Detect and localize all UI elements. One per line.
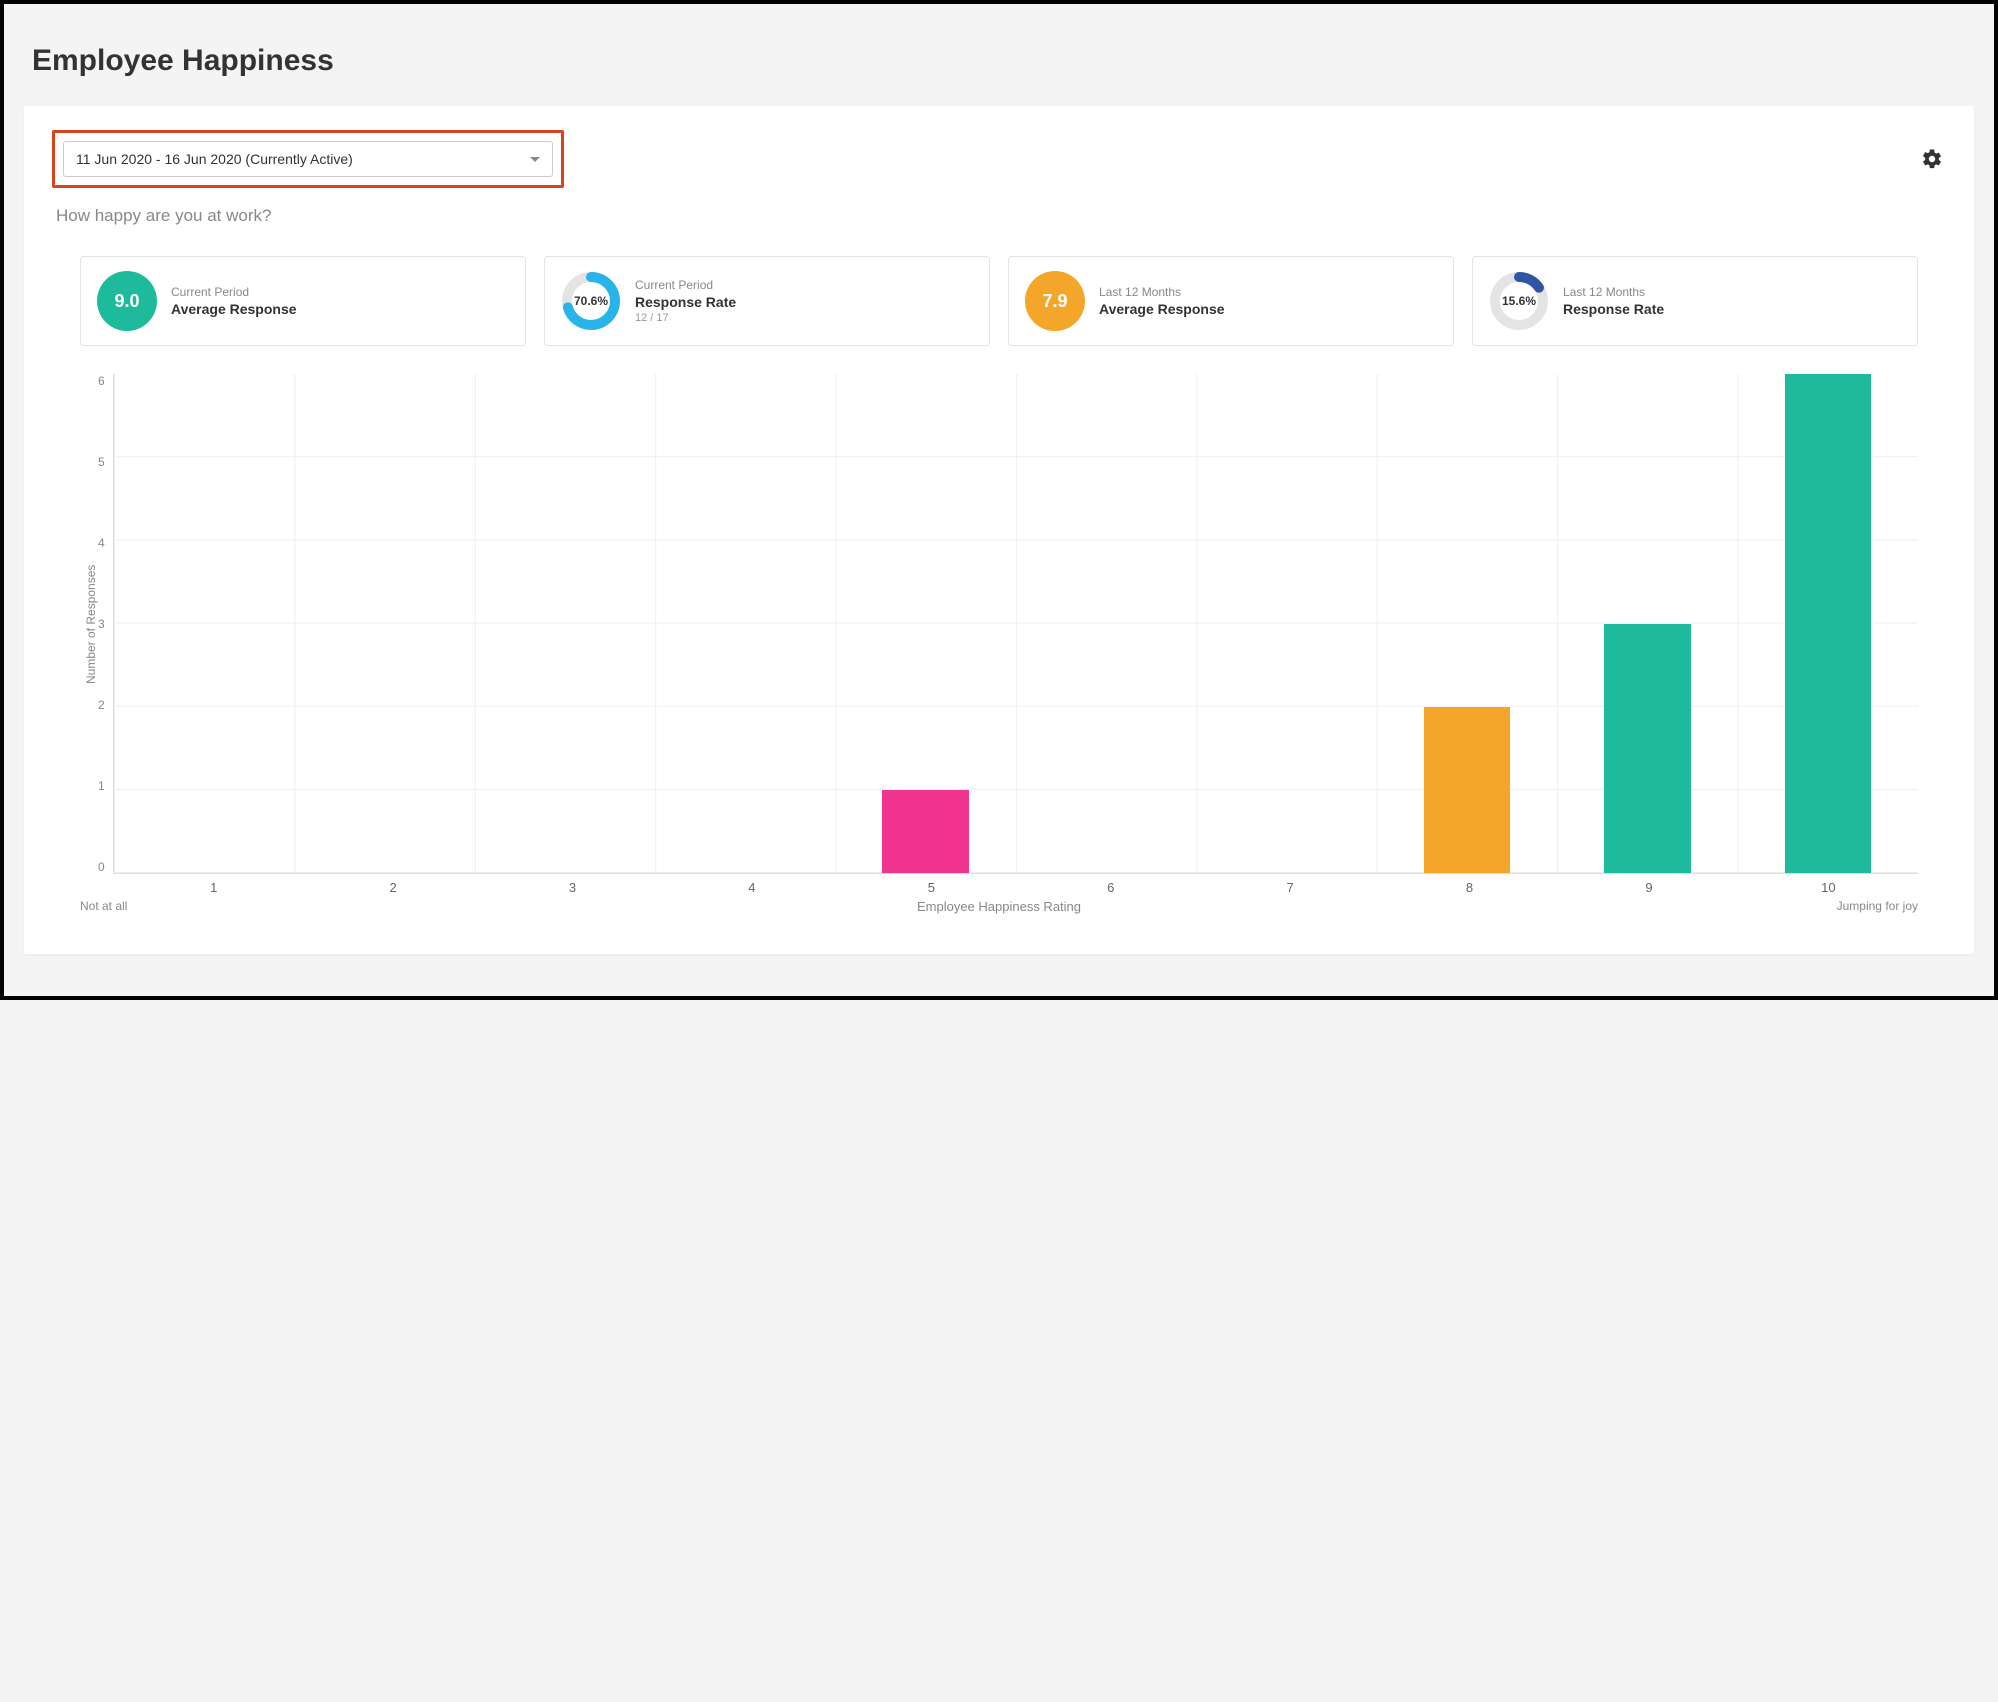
bar-slot <box>655 374 835 873</box>
y-tick: 4 <box>98 536 105 550</box>
donut-label: 15.6% <box>1489 271 1549 331</box>
metric-ltm-response-rate: 15.6% Last 12 Months Response Rate <box>1472 256 1918 346</box>
settings-button[interactable] <box>1918 145 1946 173</box>
bar-slot <box>1377 374 1557 873</box>
y-axis-label: Number of Responses <box>80 374 98 874</box>
bar <box>1424 707 1511 873</box>
bar <box>1604 624 1691 874</box>
metric-subtitle: Current Period <box>171 285 297 299</box>
x-tick: 3 <box>483 880 662 895</box>
donut-chart: 15.6% <box>1489 271 1549 331</box>
period-dropdown-value: 11 Jun 2020 - 16 Jun 2020 (Currently Act… <box>76 151 353 167</box>
metric-extra: 12 / 17 <box>635 312 736 324</box>
metric-badge: 9.0 <box>97 271 157 331</box>
metric-title: Average Response <box>1099 301 1225 317</box>
x-axis-right-caption: Jumping for joy <box>1778 899 1918 914</box>
happiness-panel: 11 Jun 2020 - 16 Jun 2020 (Currently Act… <box>24 106 1974 954</box>
metric-subtitle: Last 12 Months <box>1563 285 1664 299</box>
bar-slot <box>294 374 474 873</box>
x-tick: 8 <box>1380 880 1559 895</box>
bar <box>882 790 969 873</box>
metric-ltm-average: 7.9 Last 12 Months Average Response <box>1008 256 1454 346</box>
plot-area <box>113 374 1918 874</box>
bar-slot <box>1016 374 1196 873</box>
metric-title: Response Rate <box>635 294 736 310</box>
bar <box>1785 374 1872 873</box>
x-tick: 6 <box>1021 880 1200 895</box>
metric-title: Response Rate <box>1563 301 1664 317</box>
x-tick: 7 <box>1200 880 1379 895</box>
x-tick: 9 <box>1559 880 1738 895</box>
y-tick: 2 <box>98 698 105 712</box>
donut-chart: 70.6% <box>561 271 621 331</box>
metric-badge: 7.9 <box>1025 271 1085 331</box>
metric-current-average: 9.0 Current Period Average Response <box>80 256 526 346</box>
bar-slot <box>1738 374 1918 873</box>
bar-slot <box>114 374 294 873</box>
y-tick: 3 <box>98 617 105 631</box>
y-tick: 1 <box>98 779 105 793</box>
x-axis-label: Employee Happiness Rating <box>220 899 1778 914</box>
y-tick: 0 <box>98 860 105 874</box>
x-tick: 1 <box>124 880 303 895</box>
metric-subtitle: Current Period <box>635 278 736 292</box>
metric-subtitle: Last 12 Months <box>1099 285 1225 299</box>
period-dropdown[interactable]: 11 Jun 2020 - 16 Jun 2020 (Currently Act… <box>63 141 553 177</box>
chevron-down-icon <box>530 157 540 162</box>
page-title: Employee Happiness <box>32 44 1974 78</box>
bar-slot <box>1557 374 1737 873</box>
y-tick: 6 <box>98 374 105 388</box>
y-tick: 5 <box>98 455 105 469</box>
period-dropdown-highlight: 11 Jun 2020 - 16 Jun 2020 (Currently Act… <box>52 130 564 188</box>
bar-chart: Number of Responses 6 5 4 3 2 1 0 <box>80 374 1918 874</box>
metric-title: Average Response <box>171 301 297 317</box>
x-tick: 2 <box>303 880 482 895</box>
bar-slot <box>475 374 655 873</box>
x-axis-left-caption: Not at all <box>80 899 220 914</box>
bar-slot <box>835 374 1015 873</box>
x-tick: 4 <box>662 880 841 895</box>
y-axis-ticks: 6 5 4 3 2 1 0 <box>98 374 113 874</box>
bar-slot <box>1196 374 1376 873</box>
donut-label: 70.6% <box>561 271 621 331</box>
x-tick: 10 <box>1739 880 1918 895</box>
survey-question: How happy are you at work? <box>56 206 1946 226</box>
metrics-row: 9.0 Current Period Average Response 70.6… <box>80 256 1918 346</box>
x-tick: 5 <box>842 880 1021 895</box>
metric-current-response-rate: 70.6% Current Period Response Rate 12 / … <box>544 256 990 346</box>
gear-icon <box>1921 148 1943 170</box>
x-axis-ticks: 12345678910 <box>124 880 1918 895</box>
